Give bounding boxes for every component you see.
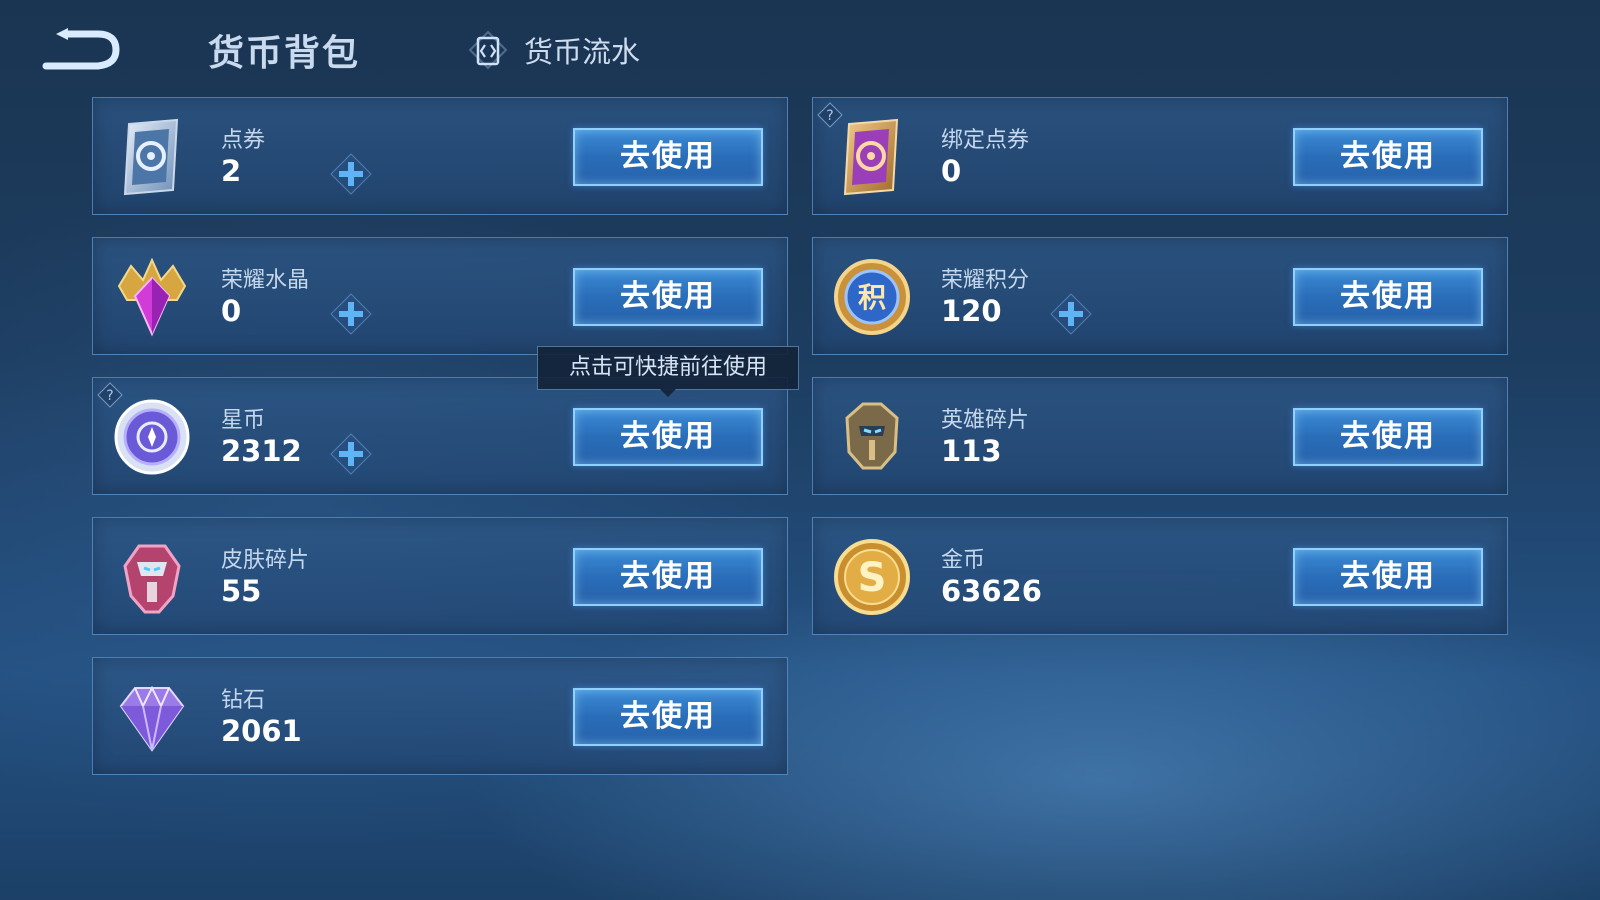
glory-crystal-icon (117, 257, 187, 337)
currency-card-diamond: 钻石 2061 去使用 (92, 657, 788, 775)
hero-fragment-icon (845, 402, 899, 470)
use-button[interactable]: 去使用 (573, 128, 763, 186)
currency-card-coupon: 点券 2 去使用 (92, 97, 788, 215)
currency-amount: 63626 (941, 574, 1042, 608)
use-button[interactable]: 去使用 (1293, 408, 1483, 466)
currency-amount: 2061 (221, 714, 302, 748)
currency-name: 星币 (221, 408, 266, 433)
currency-flow-tab[interactable]: 货币流水 (468, 26, 640, 74)
use-button[interactable]: 去使用 (573, 688, 763, 746)
star-coin-icon (114, 399, 190, 475)
currency-name: 金币 (941, 548, 986, 573)
currency-card-skin-fragment: 皮肤碎片 55 去使用 (92, 517, 788, 635)
currency-card-star-coin: ? 星币 2312 去使用 (92, 377, 788, 495)
use-button[interactable]: 去使用 (573, 268, 763, 326)
skin-fragment-icon (123, 544, 181, 614)
currency-amount: 0 (221, 294, 242, 328)
use-button[interactable]: 去使用 (1293, 128, 1483, 186)
add-plus-icon[interactable] (329, 432, 373, 476)
currency-card-glory-points: 积 荣耀积分 120 去使用 (812, 237, 1508, 355)
currency-name: 点券 (221, 128, 266, 153)
use-button[interactable]: 去使用 (1293, 548, 1483, 606)
diamond-icon (119, 685, 185, 752)
svg-text:积: 积 (858, 281, 886, 314)
page-title: 货币背包 (208, 33, 361, 74)
tooltip-arrow (660, 389, 676, 397)
currency-amount: 0 (941, 154, 962, 188)
currency-amount: 120 (941, 294, 1002, 328)
currency-name: 荣耀积分 (941, 268, 1030, 293)
tooltip-text: 点击可快捷前往使用 (568, 355, 767, 380)
add-plus-icon[interactable] (329, 292, 373, 336)
add-plus-icon[interactable] (1049, 292, 1093, 336)
quick-use-tooltip: 点击可快捷前往使用 (537, 346, 799, 397)
currency-name: 英雄碎片 (941, 408, 1030, 433)
back-arrow-icon (42, 28, 120, 70)
currency-card-hero-fragment: 英雄碎片 113 去使用 (812, 377, 1508, 495)
currency-name: 荣耀水晶 (221, 268, 310, 293)
flow-tab-label: 货币流水 (524, 35, 641, 69)
currency-name: 皮肤碎片 (221, 548, 310, 573)
currency-card-glory-crystal: 荣耀水晶 0 去使用 (92, 237, 788, 355)
use-button[interactable]: 去使用 (1293, 268, 1483, 326)
glory-points-coin-icon: 积 (834, 259, 910, 335)
add-plus-icon[interactable] (329, 152, 373, 196)
currency-amount: 2 (221, 154, 242, 188)
flow-record-icon (468, 30, 508, 70)
currency-card-bound-coupon: ? 绑定点券 0 去使用 (812, 97, 1508, 215)
svg-text:S: S (858, 555, 887, 601)
currency-amount: 2312 (221, 434, 302, 468)
bound-coupon-card-icon (843, 118, 899, 196)
use-button[interactable]: 去使用 (573, 408, 763, 466)
gold-coin-icon: S (834, 539, 910, 615)
currency-card-gold-coin: S 金币 63626 去使用 (812, 517, 1508, 635)
currency-name: 钻石 (221, 688, 266, 713)
currency-amount: 113 (941, 434, 1002, 468)
back-button[interactable] (38, 26, 122, 74)
currency-amount: 55 (221, 574, 262, 608)
currency-name: 绑定点券 (941, 128, 1030, 153)
coupon-card-icon (123, 118, 179, 196)
use-button[interactable]: 去使用 (573, 548, 763, 606)
